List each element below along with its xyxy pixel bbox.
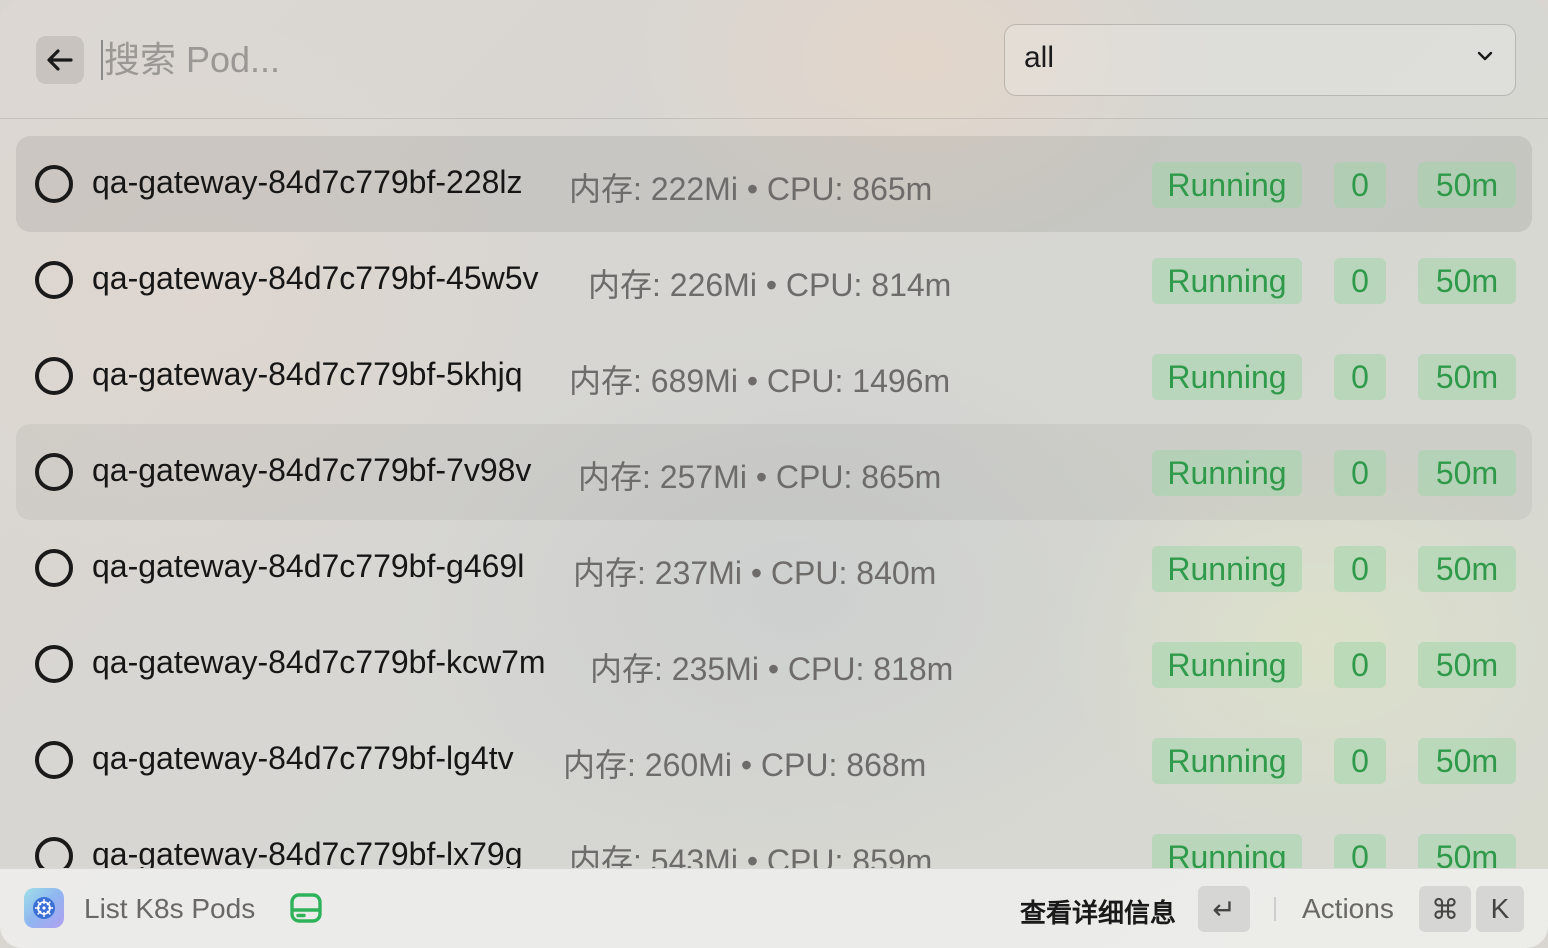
list-item[interactable]: qa-gateway-84d7c779bf-7v98v 内存: 257Mi • … <box>16 424 1532 520</box>
kubernetes-icon <box>24 888 64 928</box>
list-item[interactable]: qa-gateway-84d7c779bf-lg4tv 内存: 260Mi • … <box>16 712 1532 808</box>
list-item[interactable]: qa-gateway-84d7c779bf-5khjq 内存: 689Mi • … <box>16 328 1532 424</box>
age-badge: 50m <box>1418 450 1516 496</box>
age-badge: 50m <box>1418 354 1516 400</box>
filter-value: all <box>1024 41 1055 74</box>
age-badge: 50m <box>1418 834 1516 868</box>
view-details-action[interactable]: 查看详细信息 <box>1020 893 1176 930</box>
drive-icon <box>290 893 322 923</box>
pod-metrics: 内存: 222Mi • CPU: 865m <box>569 171 933 207</box>
pod-metrics: 内存: 237Mi • CPU: 840m <box>573 555 937 591</box>
pod-name: qa-gateway-84d7c779bf-g469l <box>92 548 525 584</box>
action-bar: List K8s Pods 查看详细信息 ↵ Actions ⌘ K <box>0 868 1548 948</box>
pod-metrics: 内存: 226Mi • CPU: 814m <box>588 267 952 303</box>
age-badge: 50m <box>1418 642 1516 688</box>
pod-name: qa-gateway-84d7c779bf-7v98v <box>92 452 532 488</box>
actions-button[interactable]: Actions <box>1302 893 1394 925</box>
radio-circle-icon <box>35 549 73 587</box>
text-caret <box>101 40 103 80</box>
status-badge: Running <box>1152 354 1302 400</box>
pod-metrics: 内存: 257Mi • CPU: 865m <box>578 459 942 495</box>
status-badge: Running <box>1152 546 1302 592</box>
divider <box>1274 897 1276 921</box>
list-item[interactable]: qa-gateway-84d7c779bf-45w5v 内存: 226Mi • … <box>16 232 1532 328</box>
restarts-badge: 0 <box>1334 834 1386 868</box>
restarts-badge: 0 <box>1334 546 1386 592</box>
pod-metrics: 内存: 689Mi • CPU: 1496m <box>569 363 951 399</box>
enter-key-icon[interactable]: ↵ <box>1198 886 1250 932</box>
radio-circle-icon <box>35 741 73 779</box>
k-key[interactable]: K <box>1476 886 1524 932</box>
radio-circle-icon <box>35 453 73 491</box>
list-item[interactable]: qa-gateway-84d7c779bf-kcw7m 内存: 235Mi • … <box>16 616 1532 712</box>
status-badge: Running <box>1152 834 1302 868</box>
arrow-left-icon <box>47 49 73 71</box>
search-header: all <box>0 0 1548 119</box>
command-key-icon[interactable]: ⌘ <box>1419 886 1471 932</box>
restarts-badge: 0 <box>1334 738 1386 784</box>
age-badge: 50m <box>1418 162 1516 208</box>
status-badge: Running <box>1152 162 1302 208</box>
restarts-badge: 0 <box>1334 162 1386 208</box>
helm-wheel-icon <box>33 897 55 919</box>
pod-name: qa-gateway-84d7c779bf-kcw7m <box>92 644 546 680</box>
list-item[interactable]: qa-gateway-84d7c779bf-g469l 内存: 237Mi • … <box>16 520 1532 616</box>
pod-name: qa-gateway-84d7c779bf-5khjq <box>92 356 523 392</box>
pod-list: qa-gateway-84d7c779bf-228lz 内存: 222Mi • … <box>0 120 1548 868</box>
age-badge: 50m <box>1418 258 1516 304</box>
restarts-badge: 0 <box>1334 642 1386 688</box>
radio-circle-icon <box>35 357 73 395</box>
restarts-badge: 0 <box>1334 258 1386 304</box>
back-button[interactable] <box>36 36 84 84</box>
command-title: List K8s Pods <box>84 893 256 924</box>
radio-circle-icon <box>35 645 73 683</box>
status-badge: Running <box>1152 258 1302 304</box>
status-badge: Running <box>1152 642 1302 688</box>
raycast-window: all qa-gateway-84d7c779bf-228lz 内存: 222M… <box>0 0 1548 948</box>
search-input[interactable] <box>104 34 964 86</box>
age-badge: 50m <box>1418 738 1516 784</box>
chevron-down-icon <box>1477 51 1493 61</box>
namespace-filter-dropdown[interactable]: all <box>1004 24 1516 96</box>
restarts-badge: 0 <box>1334 354 1386 400</box>
radio-circle-icon <box>35 261 73 299</box>
list-item[interactable]: qa-gateway-84d7c779bf-228lz 内存: 222Mi • … <box>16 136 1532 232</box>
restarts-badge: 0 <box>1334 450 1386 496</box>
status-badge: Running <box>1152 738 1302 784</box>
radio-circle-icon <box>35 837 73 868</box>
pod-name: qa-gateway-84d7c779bf-228lz <box>92 164 523 200</box>
pod-name: qa-gateway-84d7c779bf-45w5v <box>92 260 539 296</box>
age-badge: 50m <box>1418 546 1516 592</box>
status-badge: Running <box>1152 450 1302 496</box>
pod-name: qa-gateway-84d7c779bf-lg4tv <box>92 740 514 776</box>
pod-metrics: 内存: 260Mi • CPU: 868m <box>563 747 927 783</box>
radio-circle-icon <box>35 165 73 203</box>
list-item[interactable]: qa-gateway-84d7c779bf-lx79g 内存: 543Mi • … <box>16 808 1532 868</box>
pod-metrics: 内存: 235Mi • CPU: 818m <box>590 651 954 687</box>
pod-metrics: 内存: 543Mi • CPU: 859m <box>569 843 933 868</box>
pod-name: qa-gateway-84d7c779bf-lx79g <box>92 836 523 868</box>
